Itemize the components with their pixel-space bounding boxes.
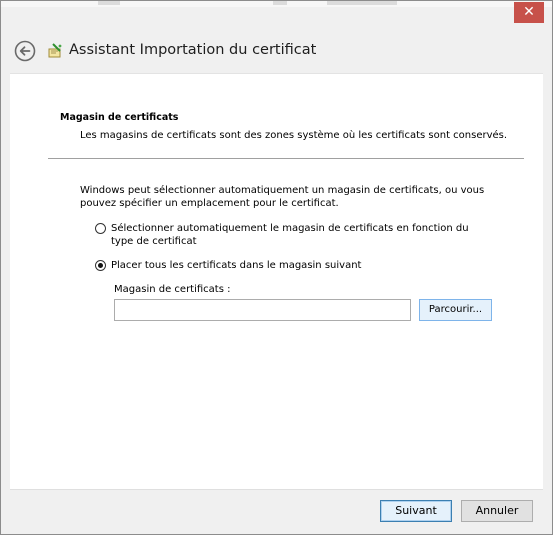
- radio-place-all[interactable]: [95, 260, 106, 271]
- next-button[interactable]: Suivant: [380, 500, 452, 522]
- close-button[interactable]: ✕: [514, 2, 544, 23]
- wizard-window: ✕ Assistant Importation du certificat Ma…: [0, 0, 553, 535]
- option-auto-select-label: Sélectionner automatiquement le magasin …: [111, 223, 469, 247]
- radio-auto-select[interactable]: [95, 223, 106, 234]
- browse-button[interactable]: Parcourir...: [419, 299, 492, 321]
- store-field-label: Magasin de certificats :: [114, 284, 231, 295]
- close-icon: ✕: [523, 4, 535, 20]
- window-title: Assistant Importation du certificat: [69, 42, 317, 58]
- cancel-button[interactable]: Annuler: [461, 500, 533, 522]
- header-divider: [48, 158, 524, 159]
- wizard-footer: Suivant Annuler: [10, 489, 543, 534]
- page-description: Les magasins de certificats sont des zon…: [80, 130, 508, 141]
- wizard-header: Assistant Importation du certificat: [1, 27, 552, 73]
- background-strip: [1, 1, 552, 7]
- option-place-all-label: Placer tous les certificats dans le maga…: [111, 260, 362, 271]
- back-arrow-icon[interactable]: [14, 40, 36, 62]
- intro-text: Windows peut sélectionner automatiquemen…: [80, 185, 485, 209]
- store-input[interactable]: [114, 299, 411, 321]
- wizard-content: Magasin de certificats Les magasins de c…: [10, 73, 543, 490]
- page-heading: Magasin de certificats: [60, 112, 179, 123]
- certificate-wizard-icon: [48, 43, 62, 58]
